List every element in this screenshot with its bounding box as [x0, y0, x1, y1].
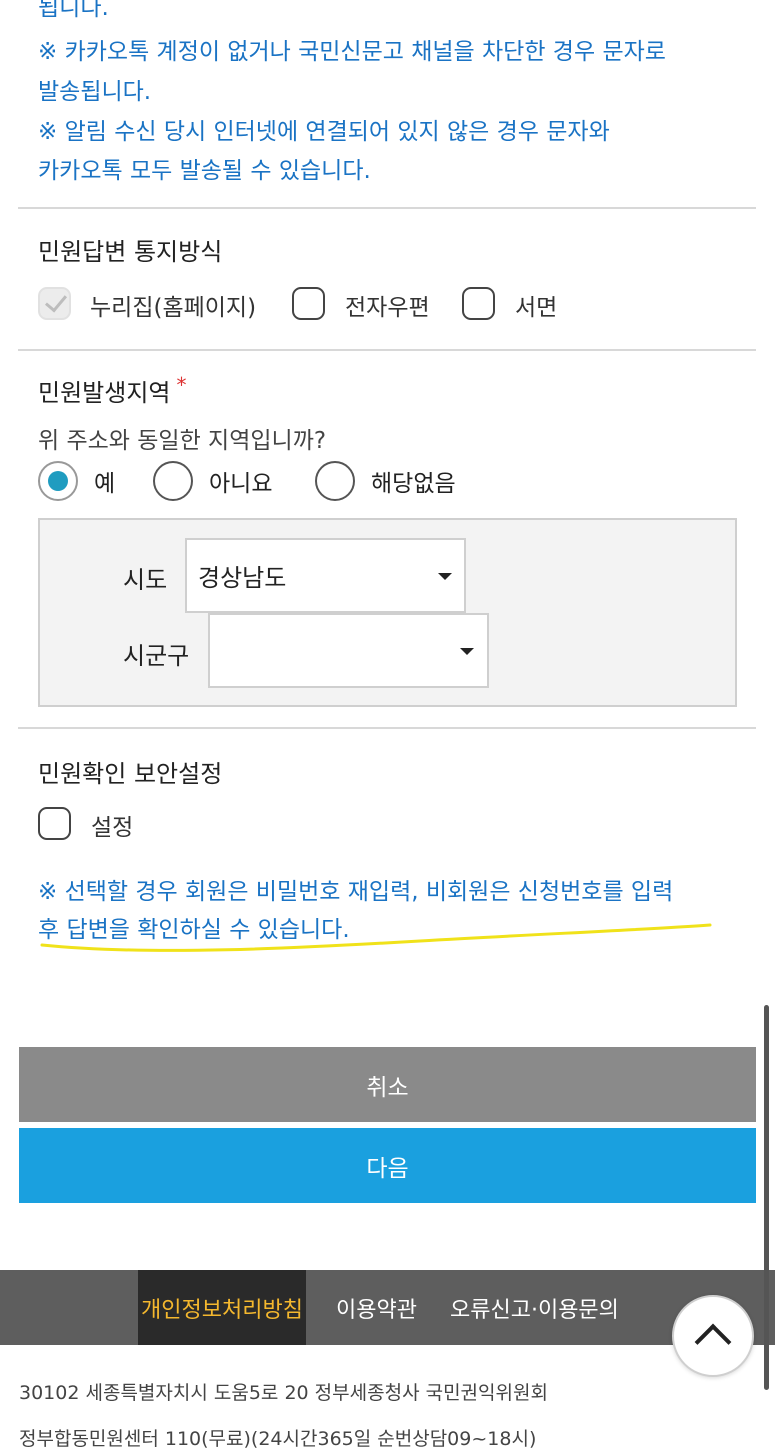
region-title: 민원발생지역 *: [38, 373, 186, 408]
sigungu-label: 시군구: [123, 642, 190, 670]
sido-label: 시도: [123, 566, 168, 594]
region-question: 위 주소와 동일한 지역입니까?: [38, 428, 327, 454]
caret-down-icon: [438, 573, 452, 580]
region-none-radio[interactable]: [315, 461, 355, 501]
sido-value: 경상남도: [198, 564, 287, 592]
homepage-option-label: 누리집(홈페이지): [90, 295, 257, 321]
email-checkbox[interactable]: [292, 287, 325, 320]
paper-checkbox[interactable]: [462, 287, 495, 320]
cancel-button[interactable]: 취소: [19, 1047, 756, 1122]
radio-selected-dot: [48, 471, 68, 491]
sido-select[interactable]: 경상남도: [185, 538, 466, 613]
report-link[interactable]: 오류신고·이용문의: [450, 1270, 619, 1345]
privacy-policy-link[interactable]: 개인정보처리방침: [138, 1270, 306, 1345]
notice-line-2: 발송됩니다.: [38, 79, 152, 105]
divider: [18, 207, 756, 209]
divider: [18, 727, 756, 729]
footer-address-2: 정부합동민원센터 110(무료)(24시간365일 순번상담09~18시): [19, 1428, 537, 1450]
divider: [18, 349, 756, 351]
sigungu-select[interactable]: [208, 613, 489, 688]
region-yes-radio[interactable]: [38, 461, 78, 501]
paper-option-label: 서면: [515, 295, 558, 321]
security-note-line-2: 후 답변을 확인하실 수 있습니다.: [38, 917, 350, 943]
region-no-label: 아니요: [209, 471, 273, 497]
scrollbar[interactable]: [764, 1005, 769, 1390]
next-button[interactable]: 다음: [19, 1128, 756, 1203]
highlighter-underline: [40, 923, 712, 952]
security-checkbox[interactable]: [38, 807, 71, 840]
security-checkbox-label: 설정: [91, 815, 134, 841]
notice-line-4: 카카오톡 모두 발송될 수 있습니다.: [38, 158, 371, 184]
email-option-label: 전자우편: [345, 295, 430, 321]
notice-line-1: ※ 카카오톡 계정이 없거나 국민신문고 채널을 차단한 경우 문자로: [38, 39, 666, 65]
region-none-label: 해당없음: [371, 471, 456, 497]
terms-link[interactable]: 이용약관: [336, 1270, 417, 1345]
security-title: 민원확인 보안설정: [38, 760, 223, 788]
check-icon: [44, 289, 68, 313]
region-title-text: 민원발생지역: [38, 379, 171, 407]
reply-method-title: 민원답변 통지방식: [38, 238, 223, 266]
region-no-radio[interactable]: [153, 461, 193, 501]
notice-line-3: ※ 알림 수신 당시 인터넷에 연결되어 있지 않은 경우 문자와: [38, 119, 610, 145]
homepage-checkbox[interactable]: [38, 287, 71, 320]
notice-cut-line: 됩니다.: [38, 0, 109, 21]
chevron-up-icon: [694, 1323, 732, 1361]
footer-address: 30102 세종특별자치시 도움5로 20 정부세종청사 국민권익위원회: [19, 1382, 548, 1404]
required-mark: *: [176, 373, 187, 397]
footer-nav: 개인정보처리방침 이용약관 오류신고·이용문의: [0, 1270, 775, 1345]
security-note-line-1: ※ 선택할 경우 회원은 비밀번호 재입력, 비회원은 신청번호를 입력: [38, 879, 674, 905]
caret-down-icon: [460, 648, 474, 655]
region-yes-label: 예: [94, 471, 116, 497]
scroll-top-button[interactable]: [672, 1295, 754, 1377]
